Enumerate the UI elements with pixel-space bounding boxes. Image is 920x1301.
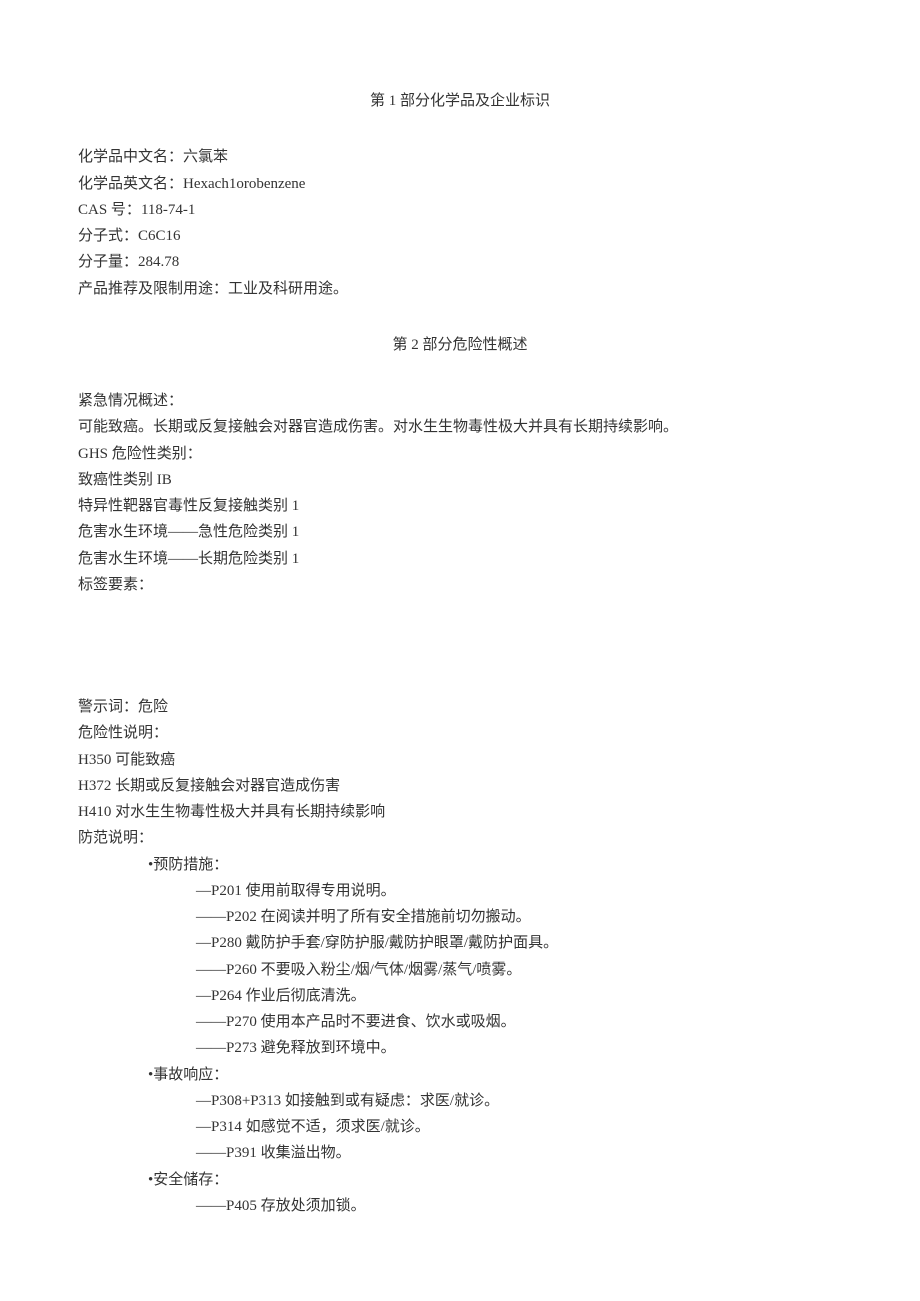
precaution-item: —P308+P313 如接触到或有疑虑：求医/就诊。 [78,1088,842,1114]
hstatement-item: H410 对水生生物毒性极大并具有长期持续影响 [78,799,842,825]
name-en-label: 化学品英文名： [78,176,183,192]
formula-line: 分子式：C6C16 [78,223,842,249]
ghs-item: 危害水生环境——急性危险类别 1 [78,519,842,545]
hstatement-item: H372 长期或反复接触会对器官造成伤害 [78,773,842,799]
ghs-item: 致癌性类别 IB [78,467,842,493]
precaution-item: ——P202 在阅读并明了所有安全措施前切勿搬动。 [78,904,842,930]
use-line: 产品推荐及限制用途：工业及科研用途。 [78,276,842,302]
emergency-text: 可能致癌。长期或反复接触会对器官造成伤害。对水生生物毒性极大并具有长期持续影响。 [78,414,842,440]
hstatement-label: 危险性说明： [78,720,842,746]
cas-label: CAS 号： [78,202,141,218]
signal-word-line: 警示词：危险 [78,694,842,720]
precaution-item: ——P273 避免释放到环境中。 [78,1035,842,1061]
precaution-item: —P264 作业后彻底清洗。 [78,983,842,1009]
name-en-value: Hexach1orobenzene [183,176,305,192]
precaution-group-title: •事故响应： [78,1062,842,1088]
precaution-group-title: •安全储存： [78,1167,842,1193]
precaution-item: ——P260 不要吸入粉尘/烟/气体/烟雾/蒸气/喷雾。 [78,957,842,983]
name-en-line: 化学品英文名：Hexach1orobenzene [78,171,842,197]
use-label: 产品推荐及限制用途： [78,281,228,297]
signal-value: 危险 [138,699,168,715]
signal-label: 警示词： [78,699,138,715]
mw-label: 分子量： [78,254,138,270]
use-value: 工业及科研用途。 [228,281,348,297]
label-elements: 标签要素： [78,572,842,598]
name-cn-value: 六氯苯 [183,149,228,165]
precaution-item: —P201 使用前取得专用说明。 [78,878,842,904]
cas-value: 118-74-1 [141,202,195,218]
precaution-item: —P280 戴防护手套/穿防护服/戴防护眼罩/戴防护面具。 [78,930,842,956]
mw-line: 分子量：284.78 [78,249,842,275]
precaution-item: ——P270 使用本产品时不要进食、饮水或吸烟。 [78,1009,842,1035]
emergency-label: 紧急情况概述： [78,388,842,414]
section1-title: 第 1 部分化学品及企业标识 [78,88,842,114]
hstatement-item: H350 可能致癌 [78,747,842,773]
ghs-item: 特异性靶器官毒性反复接触类别 1 [78,493,842,519]
formula-value: C6C16 [138,228,181,244]
cas-line: CAS 号：118-74-1 [78,197,842,223]
ghs-item: 危害水生环境——长期危险类别 1 [78,546,842,572]
identification-block: 化学品中文名：六氯苯 化学品英文名：Hexach1orobenzene CAS … [78,144,842,302]
ghs-label: GHS 危险性类别： [78,441,842,467]
precaution-item: ——P391 收集溢出物。 [78,1140,842,1166]
section2-title: 第 2 部分危险性概述 [78,332,842,358]
hazard-block: 紧急情况概述： 可能致癌。长期或反复接触会对器官造成伤害。对水生生物毒性极大并具… [78,388,842,1219]
precaution-item: —P314 如感觉不适，须求医/就诊。 [78,1114,842,1140]
precaution-label: 防范说明： [78,825,842,851]
name-cn-line: 化学品中文名：六氯苯 [78,144,842,170]
precaution-group-title: •预防措施： [78,852,842,878]
name-cn-label: 化学品中文名： [78,149,183,165]
mw-value: 284.78 [138,254,179,270]
formula-label: 分子式： [78,228,138,244]
precaution-item: ——P405 存放处须加锁。 [78,1193,842,1219]
